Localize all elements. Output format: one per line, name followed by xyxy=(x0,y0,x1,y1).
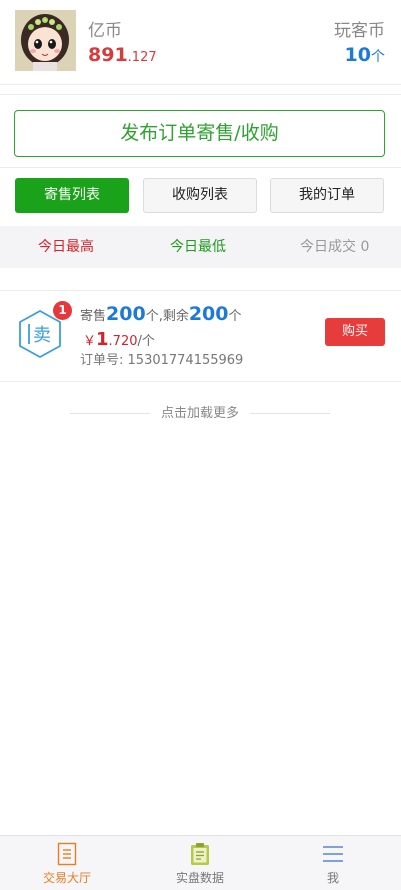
order-number-line: 订单号: 15301774155969 xyxy=(80,351,243,371)
nav-market-data[interactable]: 实盘数据 xyxy=(133,836,267,890)
coin-yibi-value: 891.127 xyxy=(88,44,157,69)
publish-order-button[interactable]: 发布订单寄售/收购 xyxy=(14,110,385,157)
coin-yibi-value-int: 891 xyxy=(88,44,128,66)
divider-left xyxy=(70,413,150,414)
price-per-unit: /个 xyxy=(137,334,155,349)
sell-quantity: 200 xyxy=(106,303,146,325)
account-header: 亿币 891.127 玩客币 10个 xyxy=(0,0,401,85)
stat-today-deals: 今日成交 0 xyxy=(300,239,370,255)
bottom-nav: 交易大厅 实盘数据 我 xyxy=(0,835,401,890)
order-price-line: ￥1.720/个 xyxy=(80,329,155,353)
price-dec: .720 xyxy=(108,334,138,349)
order-number: 15301774155969 xyxy=(127,353,244,368)
yen-symbol: ￥ xyxy=(83,334,97,349)
coin-yibi: 亿币 891.127 xyxy=(88,20,157,69)
nav-trading-hall-label: 交易大厅 xyxy=(42,871,91,885)
buy-button[interactable]: 购买 xyxy=(325,318,385,346)
load-more-label: 点击加载更多 xyxy=(160,406,239,421)
today-stats-bar: 今日最高 今日最低 今日成交 0 xyxy=(0,226,401,268)
sell-unit-remain: 个,剩余 xyxy=(145,309,189,324)
tab-purchase-list[interactable]: 收购列表 xyxy=(143,178,257,213)
price-int: 1 xyxy=(96,329,109,350)
avatar-image xyxy=(15,10,76,71)
remain-unit: 个 xyxy=(228,309,242,324)
sell-type-glyph: 卖 xyxy=(33,325,51,346)
tab-my-orders[interactable]: 我的订单 xyxy=(270,178,384,213)
clipboard-icon xyxy=(188,842,212,866)
load-more-button[interactable]: 点击加载更多 xyxy=(70,404,330,424)
coin-wanke-value-int: 10 xyxy=(344,44,371,66)
remain-quantity: 200 xyxy=(188,303,229,325)
nav-market-data-label: 实盘数据 xyxy=(175,871,224,885)
sell-prefix: 寄售 xyxy=(80,309,107,324)
coin-wanke-unit: 个 xyxy=(371,49,385,65)
coin-yibi-label: 亿币 xyxy=(88,21,122,41)
page: 亿币 891.127 玩客币 10个 发布订单寄售/收购 寄售列表 收购列表 我… xyxy=(0,0,401,890)
nav-me[interactable]: 我 xyxy=(266,836,400,890)
avatar[interactable] xyxy=(15,10,76,71)
order-tabs: 寄售列表 收购列表 我的订单 xyxy=(0,178,401,214)
order-quantity-line: 寄售200个,剩余200个 xyxy=(80,303,242,328)
coin-wanke-label: 玩客币 xyxy=(334,21,385,41)
divider-right xyxy=(250,413,330,414)
tab-consign-list[interactable]: 寄售列表 xyxy=(15,178,129,213)
stat-today-low: 今日最低 xyxy=(170,239,226,255)
coin-wanke-value: 10个 xyxy=(334,44,385,68)
menu-icon xyxy=(321,842,345,866)
order-number-label: 订单号: xyxy=(80,353,124,368)
coin-wanke: 玩客币 10个 xyxy=(334,20,385,68)
coin-yibi-value-dec: .127 xyxy=(127,50,157,65)
nav-me-label: 我 xyxy=(326,871,339,885)
stat-today-high: 今日最高 xyxy=(38,239,94,255)
unread-badge: 1 xyxy=(53,301,72,320)
nav-trading-hall[interactable]: 交易大厅 xyxy=(0,836,134,890)
hall-icon xyxy=(55,842,79,866)
publish-section: 发布订单寄售/收购 xyxy=(0,94,401,168)
order-list: 卖 1 寄售200个,剩余200个 ￥1.720/个 订单号: 15301774… xyxy=(0,290,401,382)
